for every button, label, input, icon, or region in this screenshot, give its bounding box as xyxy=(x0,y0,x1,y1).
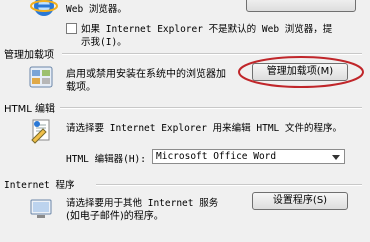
addons-icon xyxy=(28,64,54,90)
make-default-button[interactable] xyxy=(246,0,356,12)
internet-programs-description-line2: (如电子邮件)的程序。 xyxy=(66,211,164,222)
html-edit-icon xyxy=(28,118,54,144)
html-editor-field-label: HTML 编辑器(H): xyxy=(66,154,146,165)
chevron-down-icon xyxy=(332,155,340,160)
addons-heading: 管理加载项 xyxy=(4,50,54,61)
html-editor-description: 请选择要 Internet Explorer 用来编辑 HTML 文件的程序。 xyxy=(66,123,342,134)
set-programs-button[interactable]: 设置程序(S) xyxy=(252,192,348,210)
default-browser-checkbox-label-line1: 如果 Internet Explorer 不是默认的 Web 浏览器，提 xyxy=(81,24,333,35)
highlight-ellipse xyxy=(236,54,366,90)
programs-icon xyxy=(28,194,54,220)
html-editor-select[interactable]: Microsoft Office Word xyxy=(152,149,345,164)
default-browser-text: Web 浏览器。 xyxy=(66,4,127,15)
internet-programs-heading: Internet 程序 xyxy=(4,180,75,191)
addons-description-line2: 载项。 xyxy=(66,82,96,93)
default-browser-checkbox[interactable] xyxy=(66,23,77,34)
default-browser-checkbox-label-line2: 示我(I)。 xyxy=(81,37,127,48)
internet-explorer-icon xyxy=(30,0,58,18)
html-editor-heading: HTML 编辑 xyxy=(4,104,56,115)
html-editor-selected-value: Microsoft Office Word xyxy=(156,151,277,162)
